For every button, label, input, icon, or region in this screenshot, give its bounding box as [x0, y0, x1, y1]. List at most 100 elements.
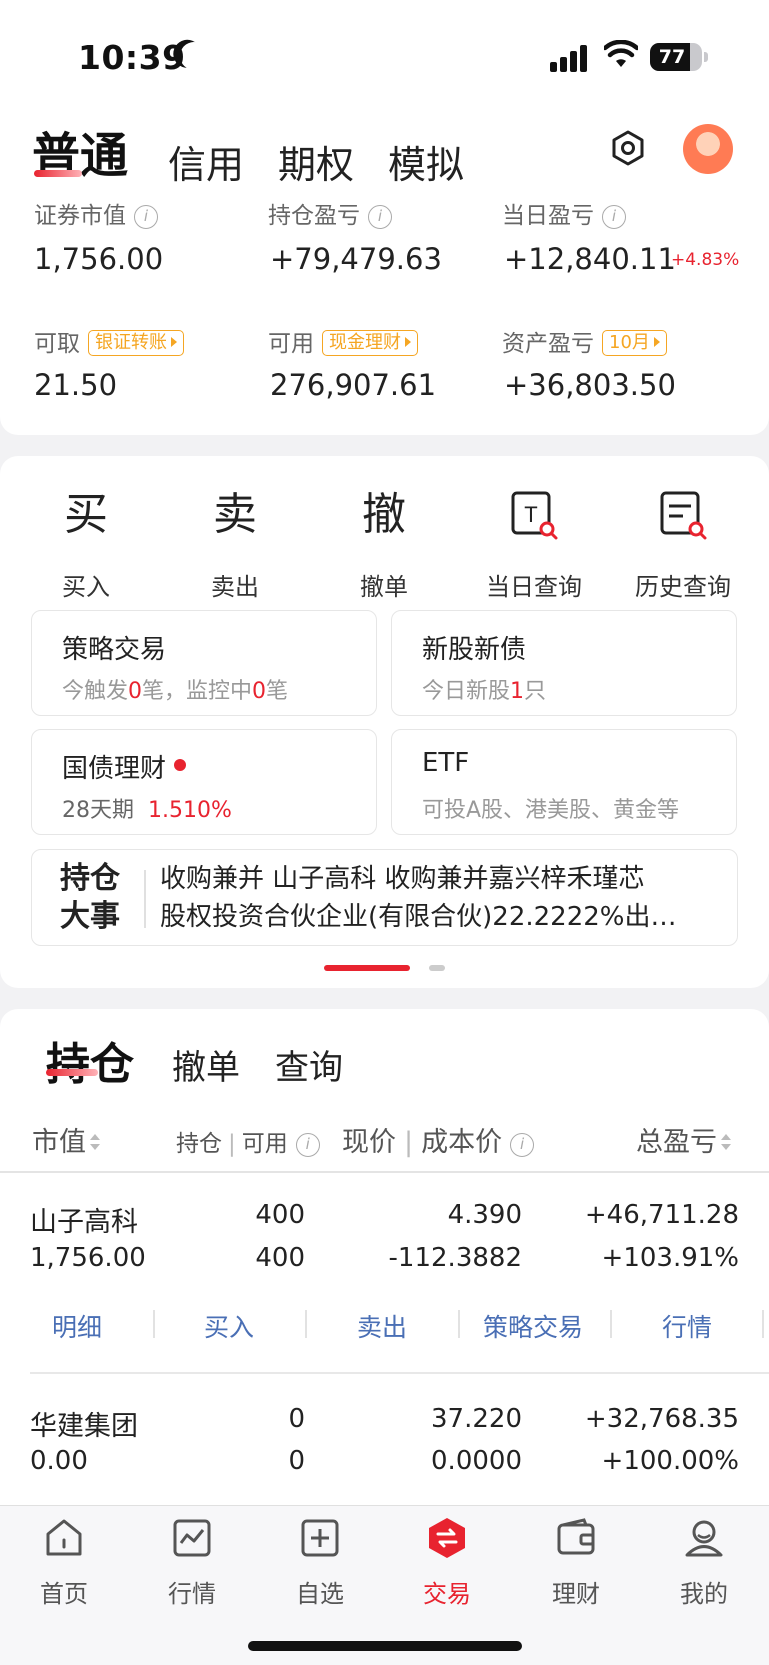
tab-underline [34, 170, 82, 177]
etf-card[interactable]: ETF 可投A股、港美股、黄金等 [391, 729, 737, 835]
tab-trade[interactable]: 交易 [397, 1516, 497, 1609]
page-indicator-active [324, 965, 410, 971]
treasury-card[interactable]: 国债理财 28天期 1.510% [31, 729, 377, 835]
cash-management-button[interactable]: 现金理财 [322, 330, 418, 356]
buy-button[interactable]: 买 买入 [26, 485, 146, 602]
daily-query-label: 当日查询 [486, 573, 582, 601]
info-icon[interactable]: i [602, 205, 626, 229]
info-icon[interactable]: i [134, 205, 158, 229]
tab-simulation[interactable]: 模拟 [388, 134, 464, 189]
tab-market-label: 行情 [168, 1580, 216, 1608]
row-divider [30, 1372, 769, 1374]
tab-home[interactable]: 首页 [14, 1516, 114, 1609]
trade-icon [429, 1518, 465, 1558]
cancel-icon: 撤 [362, 489, 406, 540]
tab-holdings[interactable]: 持仓 [46, 1028, 134, 1092]
tab-cancel-orders[interactable]: 撤单 [172, 1040, 240, 1089]
notification-dot [174, 759, 187, 771]
bank-transfer-button[interactable]: 银证转账 [88, 330, 184, 356]
history-query-label: 历史查询 [635, 573, 731, 601]
tab-me[interactable]: 我的 [654, 1516, 754, 1609]
holding-events-text: 收购兼并 山子高科 收购兼并嘉兴梓禾瑾芯 股权投资合伙企业(有限合伙)22.222… [160, 864, 677, 932]
info-icon[interactable]: i [510, 1133, 535, 1157]
row-buy-button[interactable]: 买入 [159, 1308, 299, 1344]
ipo-card[interactable]: 新股新债 今日新股1只 [391, 610, 737, 716]
stock-name: 华建集团 [30, 1411, 138, 1442]
row-strategy-button[interactable]: 策略交易 [463, 1308, 603, 1344]
stock-price: 37.220 [431, 1404, 522, 1434]
position-pl-label: 持仓盈亏 i [268, 196, 392, 230]
header-divider [0, 1171, 769, 1173]
stock-cost: -112.3882 [388, 1243, 522, 1273]
strategy-title: 策略交易 [62, 635, 167, 665]
trade-screen: 10:39 77 普通 信用 期权 模拟 证券市值 i 1,756.00 持仓盈亏… [0, 0, 769, 1665]
tab-watchlist-label: 自选 [296, 1580, 344, 1608]
stock-price: 4.390 [447, 1200, 522, 1230]
tab-query[interactable]: 查询 [275, 1040, 343, 1089]
status-time: 10:39 [78, 38, 186, 77]
sort-icon [90, 1134, 100, 1152]
page-indicator [429, 965, 445, 971]
sell-button[interactable]: 卖 卖出 [175, 485, 295, 602]
etf-sub: 可投A股、港美股、黄金等 [422, 798, 680, 823]
detail-button[interactable]: 明细 [7, 1308, 147, 1344]
battery-nub [704, 52, 708, 62]
history-query-icon [623, 485, 743, 545]
tab-wealth[interactable]: 理财 [526, 1516, 626, 1609]
battery-icon: 77 [650, 43, 702, 71]
cancel-order-button[interactable]: 撤 撤单 [324, 485, 444, 602]
position-pl: +79,479.63 [270, 242, 442, 276]
stock-market-value: 1,756.00 [30, 1243, 146, 1273]
month-selector-button[interactable]: 10月 [602, 330, 667, 356]
available-label: 可用 现金理财 [268, 324, 418, 358]
stock-pl-pct: +103.91% [601, 1243, 739, 1273]
withdrawable-label: 可取 银证转账 [34, 324, 184, 358]
stock-pl: +32,768.35 [584, 1404, 739, 1434]
avatar[interactable] [683, 124, 733, 174]
row-quote-button[interactable]: 行情 [617, 1308, 757, 1344]
treasury-sub: 28天期 1.510% [62, 798, 232, 823]
etf-title: ETF [422, 748, 470, 778]
home-icon [46, 1519, 82, 1556]
tab-trade-label: 交易 [423, 1580, 471, 1608]
asset-pl-label: 资产盈亏 10月 [502, 324, 667, 358]
tab-credit[interactable]: 信用 [168, 134, 244, 189]
stock-position: 0 [288, 1404, 305, 1434]
info-icon[interactable]: i [295, 1133, 320, 1157]
battery-level: 77 [658, 46, 686, 68]
col-position-available: 持仓 | 可用 i [176, 1124, 320, 1158]
tab-options[interactable]: 期权 [278, 134, 354, 189]
history-query-button[interactable]: 历史查询 [623, 485, 743, 602]
stock-available: 0 [288, 1446, 305, 1476]
sort-icon [721, 1134, 731, 1152]
daily-query-button[interactable]: T 当日查询 [474, 485, 594, 602]
col-price-cost: 现价 | 成本价 i [342, 1120, 535, 1159]
divider [458, 1310, 460, 1338]
strategy-trading-card[interactable]: 策略交易 今触发0笔，监控中0笔 [31, 610, 377, 716]
row-sell-button[interactable]: 卖出 [312, 1308, 452, 1344]
tab-home-label: 首页 [40, 1580, 88, 1608]
sell-icon: 卖 [213, 489, 257, 540]
stock-pl: +46,711.28 [584, 1200, 739, 1230]
daily-query-icon: T [474, 485, 594, 545]
sell-label: 卖出 [211, 573, 259, 601]
divider [610, 1310, 612, 1338]
col-market-value[interactable]: 市值 [32, 1120, 100, 1159]
holding-events-banner[interactable]: 持仓 大事 收购兼并 山子高科 收购兼并嘉兴梓禾瑾芯 股权投资合伙企业(有限合伙)2… [31, 849, 738, 946]
col-total-pl[interactable]: 总盈亏 [636, 1120, 731, 1159]
stock-available: 400 [255, 1243, 305, 1273]
daily-pl-label: 当日盈亏 i [502, 196, 626, 230]
tab-me-label: 我的 [680, 1580, 728, 1608]
tab-market[interactable]: 行情 [142, 1516, 242, 1609]
tab-watchlist[interactable]: 自选 [270, 1516, 370, 1609]
buy-label: 买入 [62, 573, 110, 601]
stock-market-value: 0.00 [30, 1446, 88, 1476]
add-icon [301, 1519, 339, 1557]
settings-icon[interactable] [610, 130, 646, 166]
info-icon[interactable]: i [368, 205, 392, 229]
stock-pl-pct: +100.00% [601, 1446, 739, 1476]
strategy-sub: 今触发0笔，监控中0笔 [62, 679, 289, 704]
wifi-icon [604, 40, 638, 67]
buy-icon: 买 [64, 489, 108, 540]
tab-underline [46, 1069, 98, 1076]
